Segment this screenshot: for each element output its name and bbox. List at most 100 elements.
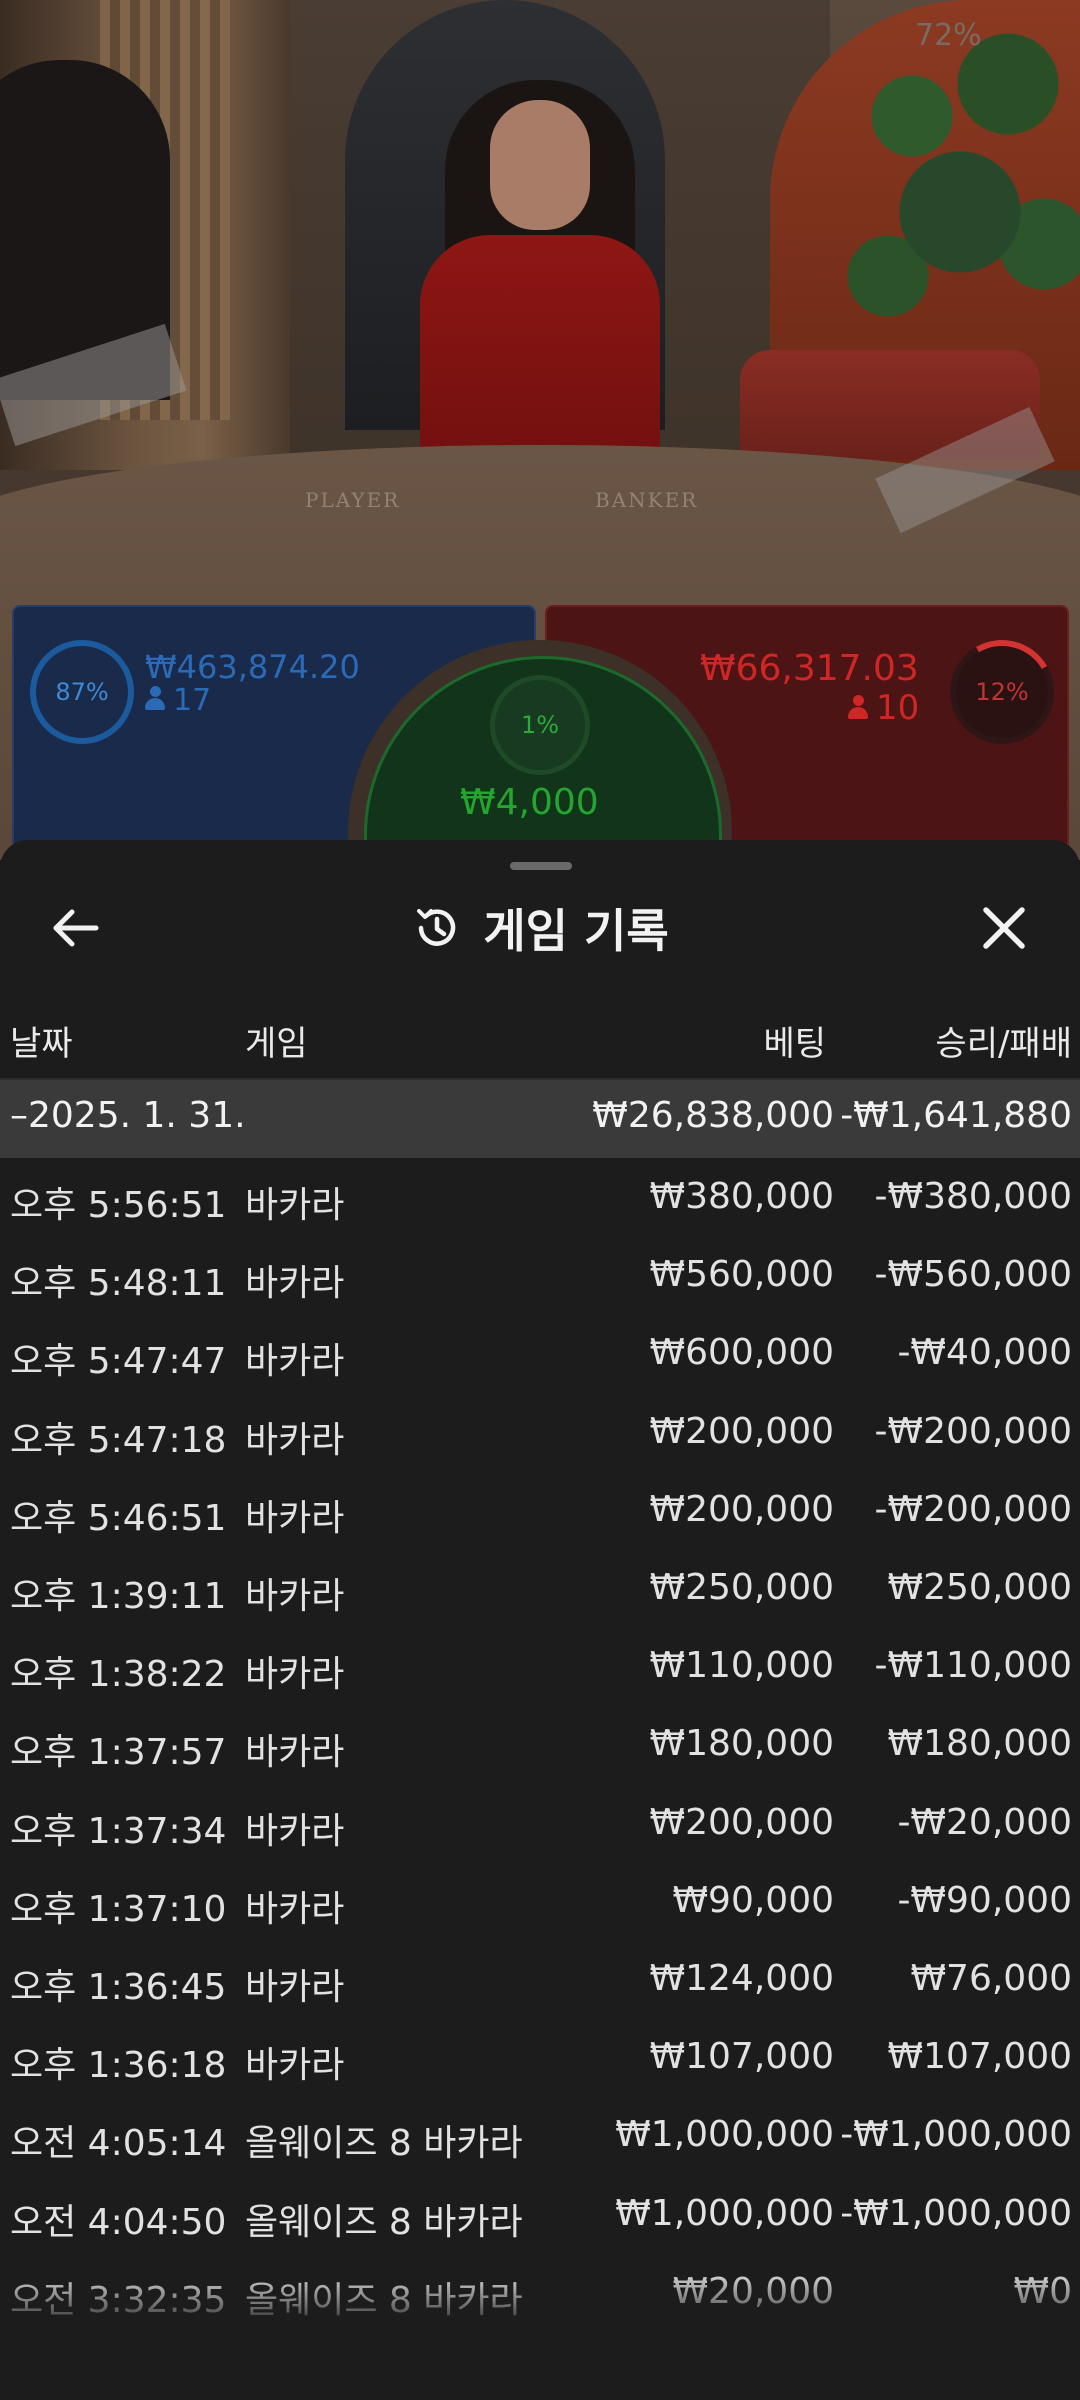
- history-row[interactable]: 오후 1:36:18 바카라 ₩107,000 ₩107,000: [0, 2024, 1080, 2102]
- row-time: 오후 5:56:51: [10, 1185, 227, 1226]
- person-icon: [145, 686, 165, 712]
- history-icon: [417, 909, 456, 946]
- history-row[interactable]: 오후 5:47:18 바카라 ₩200,000 -₩200,000: [0, 1399, 1080, 1477]
- row-bet: ₩200,000: [649, 1802, 834, 1843]
- row-game: 바카라: [245, 1654, 345, 1695]
- column-header-result: 승리/패배: [935, 1024, 1072, 1064]
- date-group-row[interactable]: –2025. 1. 31. ₩26,838,000 -₩1,641,880: [0, 1080, 1080, 1158]
- row-game: 바카라: [245, 1263, 345, 1304]
- row-result: ₩107,000: [887, 2036, 1072, 2077]
- row-game: 바카라: [245, 1732, 345, 1773]
- history-row[interactable]: 오후 5:56:51 바카라 ₩380,000 -₩380,000: [0, 1164, 1080, 1242]
- row-bet: ₩124,000: [649, 1958, 834, 1999]
- group-bet-total: ₩26,838,000: [592, 1095, 834, 1136]
- row-result: -₩110,000: [874, 1645, 1072, 1686]
- banker-count: 10: [848, 688, 919, 728]
- row-result: -₩20,000: [897, 1802, 1072, 1843]
- history-row[interactable]: 오후 1:39:11 바카라 ₩250,000 ₩250,000: [0, 1555, 1080, 1633]
- column-header-bet: 베팅: [763, 1024, 826, 1064]
- row-time: 오후 5:47:18: [10, 1420, 227, 1461]
- row-game: 바카라: [245, 1967, 345, 2008]
- table-banker-label: BANKER: [595, 488, 699, 512]
- history-row[interactable]: 오후 1:37:57 바카라 ₩180,000 ₩180,000: [0, 1711, 1080, 1789]
- history-row[interactable]: 오후 1:37:34 바카라 ₩200,000 -₩20,000: [0, 1790, 1080, 1868]
- row-time: 오전 4:04:50: [10, 2202, 227, 2243]
- row-bet: ₩1,000,000: [615, 2193, 834, 2234]
- row-bet: ₩560,000: [649, 1254, 834, 1295]
- history-row[interactable]: 오후 5:47:47 바카라 ₩600,000 -₩40,000: [0, 1320, 1080, 1398]
- row-bet: ₩200,000: [649, 1411, 834, 1452]
- close-icon: [983, 907, 1025, 949]
- row-time: 오후 1:37:34: [10, 1811, 227, 1852]
- row-bet: ₩250,000: [649, 1567, 834, 1608]
- banker-count-value: 10: [876, 688, 920, 728]
- group-date: –2025. 1. 31.: [10, 1095, 246, 1136]
- row-result: ₩0: [1013, 2271, 1073, 2312]
- row-time: 오후 1:38:22: [10, 1654, 227, 1695]
- player-percent-ring: 87%: [30, 640, 134, 744]
- row-result: -₩1,000,000: [840, 2193, 1072, 2234]
- row-result: ₩76,000: [910, 1958, 1072, 1999]
- row-bet: ₩200,000: [649, 1489, 834, 1530]
- sheet-drag-handle[interactable]: [510, 862, 572, 870]
- row-result: -₩560,000: [874, 1254, 1072, 1295]
- row-time: 오후 1:39:11: [10, 1576, 227, 1617]
- row-bet: ₩600,000: [649, 1332, 834, 1373]
- row-time: 오후 1:36:45: [10, 1967, 227, 2008]
- person-icon: [848, 695, 868, 721]
- banker-bet-amount: ₩66,317.03: [700, 648, 919, 689]
- row-game: 올웨이즈 8 바카라: [245, 2202, 523, 2243]
- row-game: 바카라: [245, 1420, 345, 1461]
- row-time: 오후 1:37:57: [10, 1732, 227, 1773]
- battery-indicator: 72%: [915, 18, 982, 53]
- banker-percent-ring: 12%: [950, 640, 1054, 744]
- game-history-sheet: 게임 기록 날짜 게임 베팅 승리/패배 –2025. 1. 31. ₩26,8…: [0, 840, 1080, 2400]
- row-time: 오전 3:32:35: [10, 2280, 227, 2321]
- row-game: 바카라: [245, 1811, 345, 1852]
- close-button[interactable]: [974, 898, 1034, 958]
- row-game: 올웨이즈 8 바카라: [245, 2280, 523, 2321]
- tie-percent-ring: 1%: [490, 675, 590, 775]
- column-header-date: 날짜: [10, 1024, 73, 1064]
- history-row[interactable]: 오전 4:05:14 올웨이즈 8 바카라 ₩1,000,000 -₩1,000,00…: [0, 2102, 1080, 2180]
- player-percent: 87%: [55, 678, 109, 706]
- sheet-title: 게임 기록: [483, 904, 669, 958]
- row-result: -₩200,000: [874, 1411, 1072, 1452]
- banker-percent: 12%: [975, 678, 1029, 706]
- row-result: ₩250,000: [887, 1567, 1072, 1608]
- history-row[interactable]: 오후 1:38:22 바카라 ₩110,000 -₩110,000: [0, 1633, 1080, 1711]
- history-row[interactable]: 오후 5:46:51 바카라 ₩200,000 -₩200,000: [0, 1477, 1080, 1555]
- row-time: 오후 1:36:18: [10, 2045, 227, 2086]
- sheet-header: 게임 기록: [0, 892, 1080, 964]
- row-time: 오후 5:47:47: [10, 1341, 227, 1382]
- row-bet: ₩110,000: [649, 1645, 834, 1686]
- dealer-face: [490, 100, 590, 230]
- row-time: 오후 1:37:10: [10, 1889, 227, 1930]
- row-game: 바카라: [245, 1576, 345, 1617]
- row-result: -₩40,000: [897, 1332, 1072, 1373]
- history-row[interactable]: 오전 3:32:35 올웨이즈 8 바카라 ₩20,000 ₩0: [0, 2259, 1080, 2337]
- row-bet: ₩180,000: [649, 1723, 834, 1764]
- row-bet: ₩380,000: [649, 1176, 834, 1217]
- history-row[interactable]: 오후 1:36:45 바카라 ₩124,000 ₩76,000: [0, 1946, 1080, 2024]
- row-game: 바카라: [245, 1498, 345, 1539]
- tie-percent: 1%: [520, 711, 560, 739]
- row-game: 바카라: [245, 2045, 345, 2086]
- row-result: -₩90,000: [897, 1880, 1072, 1921]
- row-result: -₩200,000: [874, 1489, 1072, 1530]
- row-bet: ₩107,000: [649, 2036, 834, 2077]
- history-row[interactable]: 오전 4:04:50 올웨이즈 8 바카라 ₩1,000,000 -₩1,000,00…: [0, 2181, 1080, 2259]
- row-game: 바카라: [245, 1341, 345, 1382]
- row-game: 올웨이즈 8 바카라: [245, 2123, 523, 2164]
- player-count-value: 17: [173, 683, 212, 718]
- row-bet: ₩1,000,000: [615, 2114, 834, 2155]
- history-row[interactable]: 오후 5:48:11 바카라 ₩560,000 -₩560,000: [0, 1242, 1080, 1320]
- table-player-label: PLAYER: [305, 488, 401, 512]
- row-game: 바카라: [245, 1185, 345, 1226]
- group-result-total: -₩1,641,880: [840, 1095, 1072, 1136]
- row-bet: ₩90,000: [672, 1880, 834, 1921]
- row-time: 오후 5:46:51: [10, 1498, 227, 1539]
- row-time: 오전 4:05:14: [10, 2123, 227, 2164]
- history-row[interactable]: 오후 1:37:10 바카라 ₩90,000 -₩90,000: [0, 1868, 1080, 1946]
- column-header-game: 게임: [245, 1024, 308, 1064]
